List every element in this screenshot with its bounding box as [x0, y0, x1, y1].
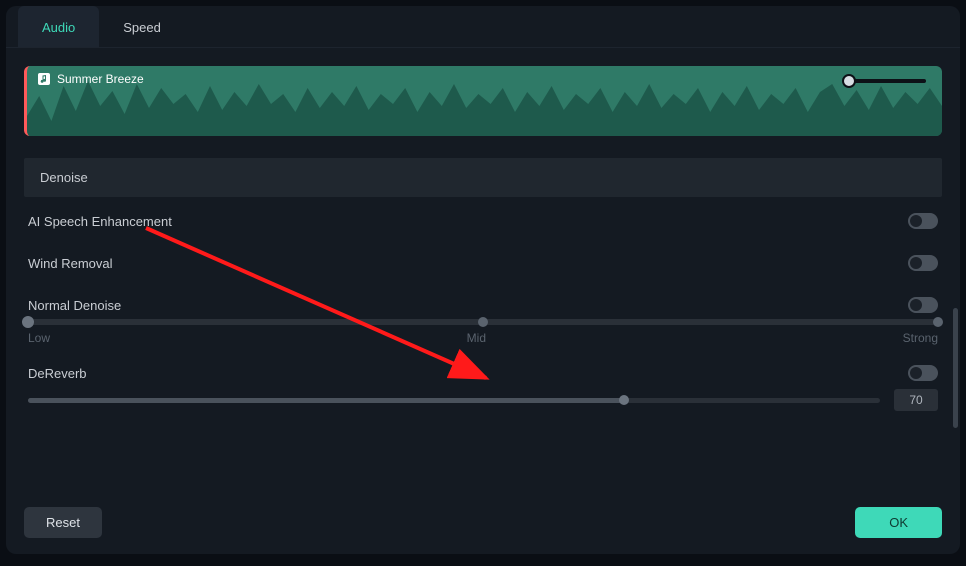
tab-speed[interactable]: Speed [99, 6, 185, 47]
label-ai-speech: AI Speech Enhancement [28, 214, 172, 229]
dereverb-value[interactable]: 70 [894, 389, 938, 411]
ok-button[interactable]: OK [855, 507, 942, 538]
row-normal-denoise: Normal Denoise [24, 281, 942, 319]
clip-name: Summer Breeze [57, 72, 144, 86]
toggle-dereverb[interactable] [908, 365, 938, 381]
tick-mid: Mid [467, 331, 486, 345]
scrollbar[interactable] [953, 308, 958, 428]
toggle-ai-speech[interactable] [908, 213, 938, 229]
dereverb-slider-row: 70 [24, 389, 942, 419]
footer: Reset OK [6, 493, 960, 554]
audio-settings-panel: Audio Speed Summer Breeze Denoise AI Spe… [6, 6, 960, 554]
section-denoise[interactable]: Denoise [24, 158, 942, 197]
toggle-normal-denoise[interactable] [908, 297, 938, 313]
label-dereverb: DeReverb [28, 366, 87, 381]
content-area: Summer Breeze Denoise AI Speech Enhancem… [6, 48, 960, 493]
normal-denoise-slider[interactable] [28, 319, 938, 325]
normal-denoise-slider-wrap: Low Mid Strong [24, 319, 942, 349]
waveform [27, 66, 942, 136]
label-normal-denoise: Normal Denoise [28, 298, 121, 313]
row-wind-removal: Wind Removal [24, 239, 942, 281]
label-wind-removal: Wind Removal [28, 256, 113, 271]
row-dereverb: DeReverb [24, 349, 942, 389]
tab-bar: Audio Speed [6, 6, 960, 48]
toggle-wind-removal[interactable] [908, 255, 938, 271]
reset-button[interactable]: Reset [24, 507, 102, 538]
clip-volume-handle[interactable] [846, 76, 926, 86]
tick-strong: Strong [903, 331, 938, 345]
dereverb-slider[interactable] [28, 398, 880, 403]
row-ai-speech: AI Speech Enhancement [24, 197, 942, 239]
tab-audio[interactable]: Audio [18, 6, 99, 47]
audio-clip[interactable]: Summer Breeze [24, 66, 942, 136]
slider-tick-labels: Low Mid Strong [28, 325, 938, 345]
tick-low: Low [28, 331, 50, 345]
music-note-icon [37, 72, 51, 86]
clip-label: Summer Breeze [37, 72, 144, 86]
